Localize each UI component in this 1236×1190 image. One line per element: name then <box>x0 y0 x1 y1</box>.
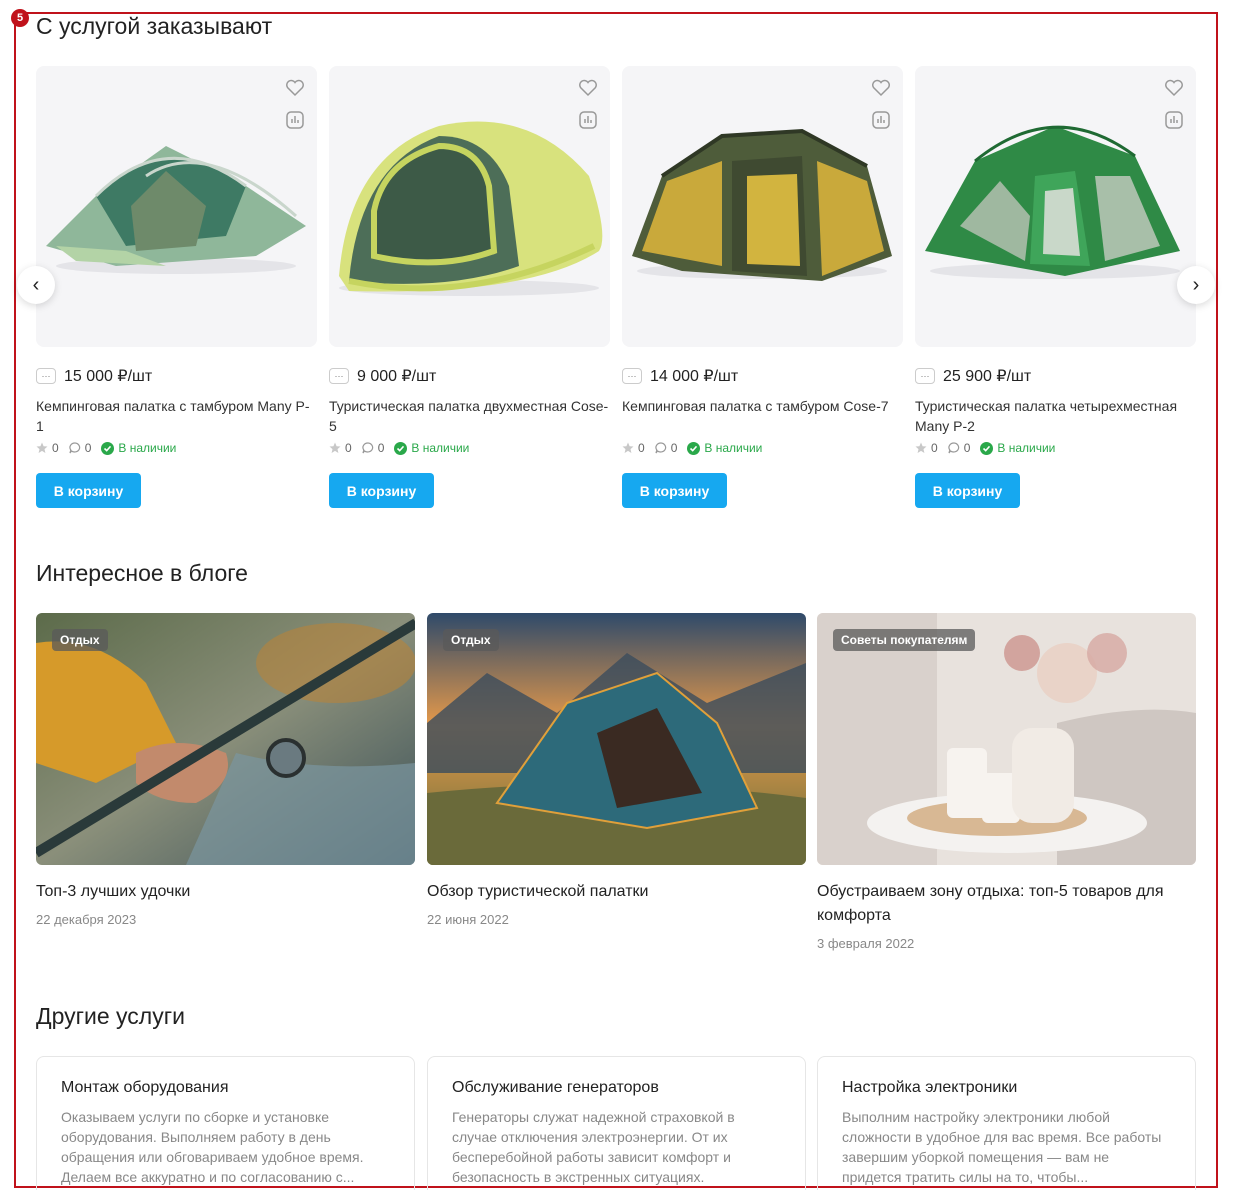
section-title-recommend: С услугой заказывают <box>36 13 273 39</box>
star-icon <box>915 442 927 453</box>
product-image[interactable] <box>36 66 317 347</box>
blog-image[interactable]: Отдых <box>427 613 806 865</box>
product-price: 9 000 ₽/шт <box>357 368 437 385</box>
star-icon <box>329 442 341 453</box>
product-card[interactable]: ··· 14 000 ₽/шт Кемпинговая палатка с та… <box>622 66 903 508</box>
blog-tag[interactable]: Отдых <box>443 629 499 651</box>
product-price: 15 000 ₽/шт <box>64 368 153 385</box>
tent-image <box>46 146 306 274</box>
check-icon <box>394 441 408 455</box>
blog-date: 22 декабря 2023 <box>36 912 137 927</box>
section-title-services: Другие услуги <box>36 1003 185 1029</box>
stock-status: В наличии <box>980 441 1055 455</box>
blog-tag[interactable]: Советы покупателям <box>833 629 976 651</box>
rating: 0 <box>36 441 59 455</box>
price-options-icon[interactable]: ··· <box>329 368 349 384</box>
price-options-icon[interactable]: ··· <box>915 368 935 384</box>
product-title[interactable]: Кемпинговая палатка с тамбуром Many P-1 <box>36 396 317 436</box>
price-options-icon[interactable]: ··· <box>36 368 56 384</box>
price-options-icon[interactable]: ··· <box>622 368 642 384</box>
rating: 0 <box>915 441 938 455</box>
comment-icon <box>655 442 666 454</box>
blog-image[interactable]: Советы покупателям <box>817 613 1196 865</box>
service-title[interactable]: Обслуживание генераторов <box>452 1079 781 1097</box>
carousel-next-button[interactable]: › <box>1177 266 1215 304</box>
rating: 0 <box>329 441 352 455</box>
reviews: 0 <box>69 441 91 455</box>
carousel-prev-button[interactable]: ‹ <box>17 266 55 304</box>
star-icon <box>622 442 634 453</box>
stock-status: В наличии <box>394 441 469 455</box>
check-icon <box>980 441 994 455</box>
product-image[interactable] <box>622 66 903 347</box>
service-description: Выполним настройку электроники любой сло… <box>842 1109 1162 1185</box>
reviews: 0 <box>362 441 384 455</box>
service-description: Оказываем услуги по сборке и установке о… <box>61 1109 364 1185</box>
tent-image <box>632 128 892 281</box>
product-price: 14 000 ₽/шт <box>650 368 739 385</box>
blog-date: 22 июня 2022 <box>427 912 509 927</box>
star-icon <box>36 442 48 453</box>
heart-icon[interactable] <box>285 78 305 98</box>
heart-icon[interactable] <box>578 78 598 98</box>
compare-icon[interactable] <box>578 110 598 130</box>
service-card[interactable]: Обслуживание генераторов Генераторы служ… <box>427 1056 806 1190</box>
service-card[interactable]: Настройка электроники Выполним настройку… <box>817 1056 1196 1190</box>
stock-status: В наличии <box>687 441 762 455</box>
service-card[interactable]: Монтаж оборудования Оказываем услуги по … <box>36 1056 415 1190</box>
product-carousel: ··· 15 000 ₽/шт Кемпинговая палатка с та… <box>36 66 1196 516</box>
section-title-blog: Интересное в блоге <box>36 560 248 586</box>
service-title[interactable]: Монтаж оборудования <box>61 1079 390 1097</box>
tent-image <box>925 125 1180 279</box>
service-title[interactable]: Настройка электроники <box>842 1079 1171 1097</box>
product-title[interactable]: Туристическая палатка двухместная Cose-5 <box>329 396 610 436</box>
blog-tag[interactable]: Отдых <box>52 629 108 651</box>
reviews: 0 <box>655 441 677 455</box>
add-to-cart-button[interactable]: В корзину <box>622 473 727 508</box>
product-card[interactable]: ··· 25 900 ₽/шт Туристическая палатка че… <box>915 66 1196 508</box>
comment-icon <box>69 442 80 454</box>
reviews: 0 <box>948 441 970 455</box>
product-title[interactable]: Кемпинговая палатка с тамбуром Cose-7 <box>622 396 903 436</box>
comment-icon <box>362 442 373 454</box>
compare-icon[interactable] <box>285 110 305 130</box>
product-card[interactable]: ··· 9 000 ₽/шт Туристическая палатка дву… <box>329 66 610 508</box>
blog-post[interactable]: Отдых Топ-3 лучших удочки 22 декабря 202… <box>36 613 415 927</box>
blog-title[interactable]: Обзор туристической палатки <box>427 880 806 904</box>
add-to-cart-button[interactable]: В корзину <box>329 473 434 508</box>
product-card[interactable]: ··· 15 000 ₽/шт Кемпинговая палатка с та… <box>36 66 317 508</box>
blog-image[interactable]: Отдых <box>36 613 415 865</box>
heart-icon[interactable] <box>871 78 891 98</box>
rating: 0 <box>622 441 645 455</box>
stock-status: В наличии <box>101 441 176 455</box>
blog-post[interactable]: Советы покупателям Обустраиваем зону отд… <box>817 613 1196 951</box>
product-image[interactable] <box>329 66 610 347</box>
blog-post[interactable]: Отдых Обзор туристической палатки 22 июн… <box>427 613 806 927</box>
blog-title[interactable]: Обустраиваем зону отдыха: топ-5 товаров … <box>817 880 1196 928</box>
comment-icon <box>948 442 959 454</box>
marker-badge: 5 <box>11 9 29 27</box>
compare-icon[interactable] <box>871 110 891 130</box>
compare-icon[interactable] <box>1164 110 1184 130</box>
check-icon <box>687 441 701 455</box>
blog-date: 3 февраля 2022 <box>817 936 915 951</box>
check-icon <box>101 441 115 455</box>
product-title[interactable]: Туристическая палатка четырехместная Man… <box>915 396 1196 436</box>
blog-title[interactable]: Топ-3 лучших удочки <box>36 880 415 904</box>
add-to-cart-button[interactable]: В корзину <box>915 473 1020 508</box>
tent-image <box>339 121 603 296</box>
add-to-cart-button[interactable]: В корзину <box>36 473 141 508</box>
service-description: Генераторы служат надежной страховкой в … <box>452 1109 735 1185</box>
product-image[interactable] <box>915 66 1196 347</box>
product-price: 25 900 ₽/шт <box>943 368 1032 385</box>
heart-icon[interactable] <box>1164 78 1184 98</box>
